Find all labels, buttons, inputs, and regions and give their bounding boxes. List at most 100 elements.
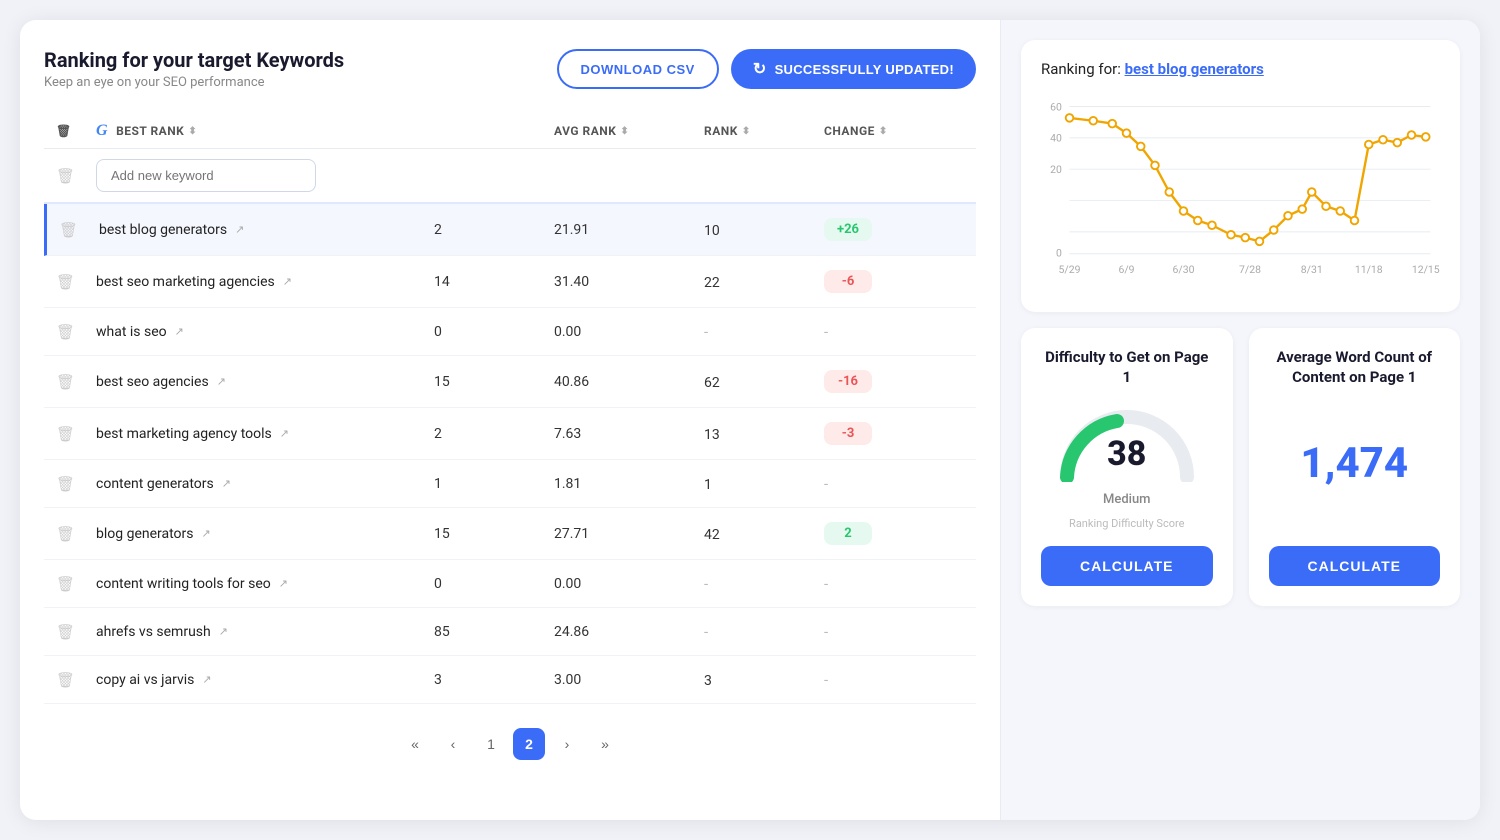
chart-svg: 60 40 20 0 [1041,92,1440,292]
pagination-next[interactable]: › [551,728,583,760]
external-link-icon[interactable]: ↗ [175,325,184,338]
change-cell: - [824,474,964,493]
trash-icon[interactable]: 🗑 [56,425,75,443]
pagination-first[interactable]: « [399,728,431,760]
word-count-calculate-button[interactable]: CALCULATE [1269,546,1441,586]
trash-cell: 🗑 [56,272,96,291]
keyword-text: content writing tools for seo [96,576,271,592]
add-keyword-input[interactable] [96,159,316,192]
table-header: 🗑 G BEST RANK ⬍ AVG RANK ⬍ RANK ⬍ CHANGE… [44,114,976,149]
external-link-icon[interactable]: ↗ [202,673,211,686]
external-link-icon[interactable]: ↗ [219,625,228,638]
col-avg-rank: AVG RANK ⬍ [554,122,704,140]
add-keyword-cell [96,159,434,192]
change-cell: -6 [824,270,964,293]
sort-best-rank-icon: ⬍ [188,126,197,137]
keyword-text: blog generators [96,526,194,542]
change-cell: +26 [824,218,964,241]
trash-icon[interactable]: 🗑 [56,671,75,689]
updated-button[interactable]: ↻ SUCCESSFULLY UPDATED! [731,49,976,89]
avg-rank-value: 7.63 [554,426,704,442]
trash-icon[interactable]: 🗑 [56,525,75,543]
add-trash-icon[interactable]: 🗑 [56,167,75,185]
header-buttons: DOWNLOAD CSV ↻ SUCCESSFULLY UPDATED! [557,49,976,89]
keyword-text: what is seo [96,324,167,340]
rank-cell: 3 [704,670,824,689]
best-rank-value: 15 [434,526,554,542]
avg-rank-value: 27.71 [554,526,704,542]
rank-cell: 13 [704,424,824,443]
table-row: 🗑 best blog generators ↗ 2 21.91 10 +26 [44,204,976,256]
rank-dash: - [704,623,708,641]
col-rank: RANK ⬍ [704,122,824,140]
best-rank-value: 1 [434,476,554,492]
external-link-icon[interactable]: ↗ [280,427,289,440]
pagination-last[interactable]: » [589,728,621,760]
right-panel: Ranking for: best blog generators 60 40 … [1000,20,1480,820]
col-select: 🗑 [56,122,96,140]
keyword-text: best seo agencies [96,374,209,390]
external-link-icon[interactable]: ↗ [217,375,226,388]
download-csv-button[interactable]: DOWNLOAD CSV [557,49,719,89]
change-cell: - [824,574,964,593]
change-cell: 2 [824,522,964,545]
table-row: 🗑 best seo agencies ↗ 15 40.86 62 -16 [44,356,976,408]
svg-text:20: 20 [1050,163,1062,176]
page-title: Ranking for your target Keywords [44,48,344,72]
svg-text:6/9: 6/9 [1118,263,1134,276]
rank-cell: 22 [704,272,824,291]
chart-card: Ranking for: best blog generators 60 40 … [1021,40,1460,312]
sort-rank-icon: ⬍ [742,126,751,137]
col-change: CHANGE ⬍ [824,122,964,140]
trash-cell: 🗑 [56,670,96,689]
external-link-icon[interactable]: ↗ [235,223,244,236]
keyword-cell: copy ai vs jarvis ↗ [96,672,434,688]
table-row: 🗑 what is seo ↗ 0 0.00 - - [44,308,976,356]
change-badge: -16 [824,370,872,393]
google-col-icon: G [96,122,108,140]
trash-icon[interactable]: 🗑 [56,575,75,593]
table-row: 🗑 best seo marketing agencies ↗ 14 31.40… [44,256,976,308]
rank-dash: - [704,575,708,593]
table-row: 🗑 copy ai vs jarvis ↗ 3 3.00 3 - [44,656,976,704]
change-dash: - [824,623,828,641]
trash-icon[interactable]: 🗑 [56,623,75,641]
pagination-page-2[interactable]: 2 [513,728,545,760]
external-link-icon[interactable]: ↗ [279,577,288,590]
change-dash: - [824,575,828,593]
sort-change-icon: ⬍ [879,126,888,137]
external-link-icon[interactable]: ↗ [202,527,211,540]
pagination-page-1[interactable]: 1 [475,728,507,760]
change-badge: -6 [824,270,872,293]
trash-cell: 🗑 [56,474,96,493]
trash-icon[interactable]: 🗑 [56,475,75,493]
external-link-icon[interactable]: ↗ [222,477,231,490]
pagination-prev[interactable]: ‹ [437,728,469,760]
trash-icon[interactable]: 🗑 [56,273,75,291]
external-link-icon[interactable]: ↗ [283,275,292,288]
rank-cell: 1 [704,474,824,493]
change-cell: - [824,622,964,641]
trash-cell: 🗑 [56,524,96,543]
keyword-cell: best blog generators ↗ [99,222,434,238]
word-count-card: Average Word Count of Content on Page 1 … [1249,328,1461,606]
page-subtitle: Keep an eye on your SEO performance [44,75,344,90]
svg-text:11/18: 11/18 [1355,263,1383,276]
add-keyword-row: 🗑 [44,149,976,204]
word-count-title: Average Word Count of Content on Page 1 [1269,348,1441,387]
avg-rank-value: 3.00 [554,672,704,688]
rank-value: 10 [704,223,720,239]
svg-text:40: 40 [1050,132,1062,145]
rank-value: 1 [704,477,712,493]
trash-icon[interactable]: 🗑 [56,373,75,391]
change-badge: -3 [824,422,872,445]
svg-text:5/29: 5/29 [1059,263,1081,276]
table-row: 🗑 ahrefs vs semrush ↗ 85 24.86 - - [44,608,976,656]
trash-cell: 🗑 [56,622,96,641]
trash-icon[interactable]: 🗑 [59,221,78,239]
rank-cell: 62 [704,372,824,391]
avg-rank-value: 1.81 [554,476,704,492]
best-rank-value: 15 [434,374,554,390]
trash-icon[interactable]: 🗑 [56,323,75,341]
difficulty-calculate-button[interactable]: CALCULATE [1041,546,1213,586]
